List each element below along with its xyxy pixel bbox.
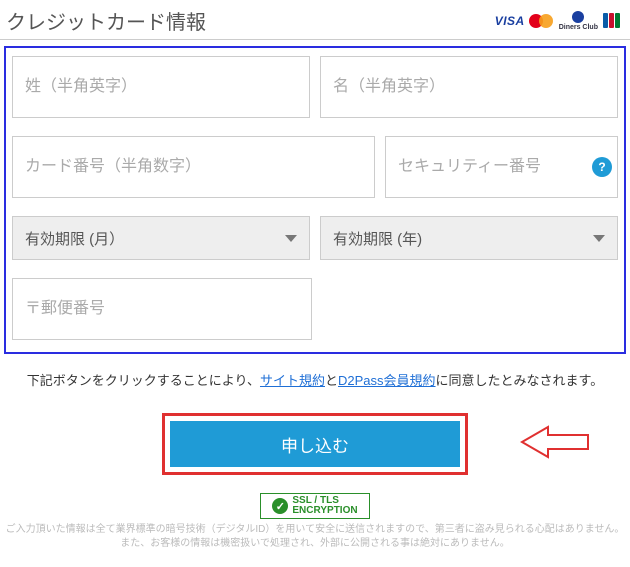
postal-code-input[interactable] <box>12 278 312 340</box>
attention-arrow-icon <box>520 425 590 464</box>
header: クレジットカード情報 VISA Diners Club <box>0 0 630 40</box>
expiry-month-label: 有効期限 (月） <box>25 228 124 249</box>
visa-logo-icon: VISA <box>495 14 525 28</box>
card-brand-logos: VISA Diners Club <box>495 11 620 31</box>
mastercard-logo-icon <box>529 13 555 29</box>
card-number-input[interactable] <box>12 136 375 198</box>
credit-card-form: ? 有効期限 (月） 有効期限 (年) <box>4 46 626 354</box>
expiry-year-label: 有効期限 (年) <box>333 228 422 249</box>
page: クレジットカード情報 VISA Diners Club ? <box>0 0 630 559</box>
site-terms-link[interactable]: サイト規約 <box>260 373 325 388</box>
security-footnote: ご入力頂いた情報は全て業界標準の暗号技術（デジタルID）を用いて安全に送信されま… <box>0 523 630 559</box>
submit-area: 申し込む <box>0 413 630 475</box>
firstname-input[interactable] <box>320 56 618 118</box>
lastname-input[interactable] <box>12 56 310 118</box>
expiry-month-select[interactable]: 有効期限 (月） <box>12 216 310 260</box>
expiry-year-select[interactable]: 有効期限 (年) <box>320 216 618 260</box>
submit-highlight: 申し込む <box>162 413 468 475</box>
submit-button[interactable]: 申し込む <box>170 421 460 467</box>
consent-text: 下記ボタンをクリックすることにより、サイト規約とD2Pass会員規約に同意したと… <box>6 370 624 389</box>
security-help-icon[interactable]: ? <box>592 157 612 177</box>
diners-logo-icon: Diners Club <box>559 11 598 31</box>
security-code-input[interactable] <box>385 136 618 198</box>
chevron-down-icon <box>593 235 605 242</box>
ssl-badge: ✓ SSL / TLS ENCRYPTION <box>260 493 370 519</box>
chevron-down-icon <box>285 235 297 242</box>
d2pass-terms-link[interactable]: D2Pass会員規約 <box>338 373 436 388</box>
jcb-logo-icon <box>602 13 620 28</box>
page-title: クレジットカード情報 <box>6 6 206 35</box>
ssl-check-icon: ✓ <box>272 498 288 514</box>
